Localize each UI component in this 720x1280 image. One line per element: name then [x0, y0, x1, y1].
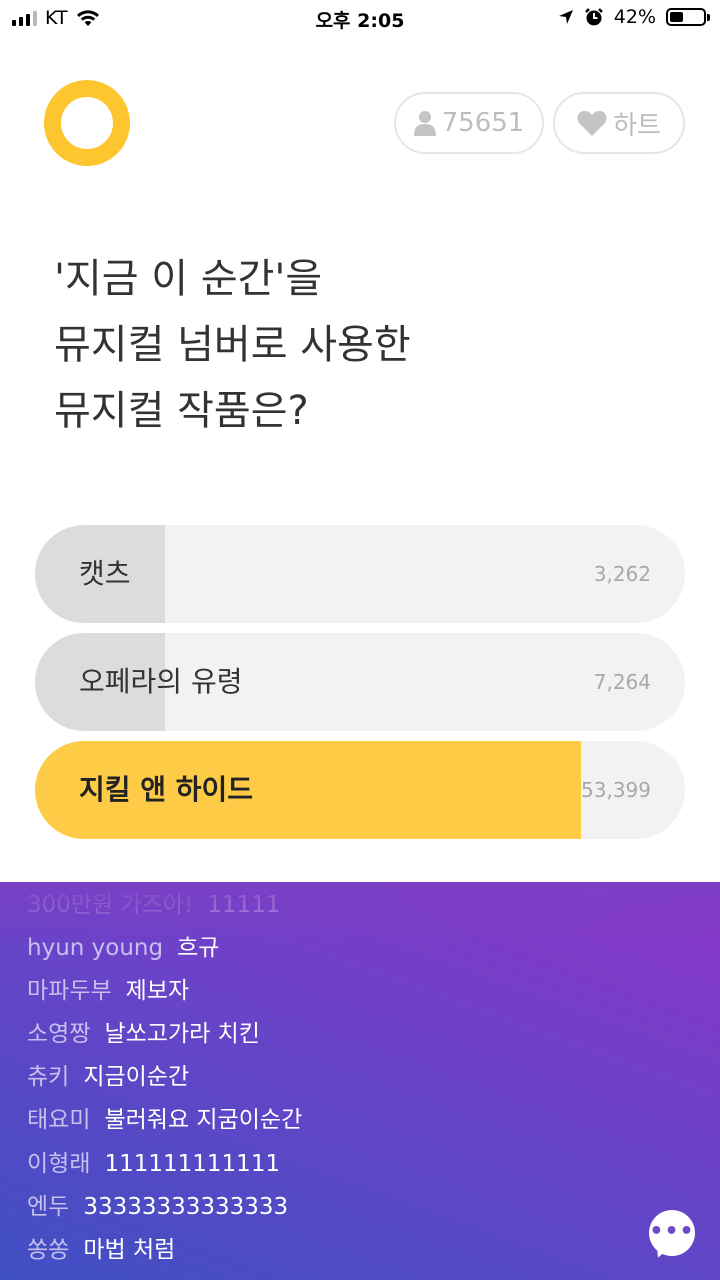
battery-icon — [666, 8, 710, 26]
chat-username: 300만원 가즈아! — [27, 892, 194, 918]
question-line: 뮤지컬 작품은? — [54, 388, 309, 434]
chat-text: 제보자 — [125, 978, 190, 1004]
chat-message: 엔두 33333333333333 — [27, 1187, 288, 1227]
chat-username: 소영짱 — [27, 1021, 91, 1047]
question-line: '지금 이 순간'을 — [54, 256, 323, 302]
live-chat-panel[interactable]: 300만원 가즈아! 11111 hyun young 흐규 마파두부 제보자 소영짱… — [0, 882, 720, 1280]
chat-text: 33333333333333 — [83, 1194, 289, 1220]
chat-message: 쏭쏭 마법 처럼 — [27, 1230, 175, 1270]
ellipsis-icon: ••• — [649, 1219, 695, 1244]
answer-option-3[interactable]: 지킬 앤 하이드 53,399 — [35, 741, 685, 839]
participants-count: 75651 — [441, 108, 525, 138]
chat-message: 이형래 111111111111 — [27, 1144, 280, 1184]
heart-label: 하트 — [613, 110, 661, 141]
option-vote-count: 3,262 — [593, 562, 651, 586]
chat-message: 츄키 지금이순간 — [27, 1057, 189, 1097]
option-label: 캣츠 — [79, 557, 131, 590]
chat-username: 이형래 — [27, 1151, 91, 1177]
answer-option-1[interactable]: 캣츠 3,262 — [35, 525, 685, 623]
option-vote-count: 7,264 — [593, 670, 651, 694]
app-logo — [44, 80, 130, 166]
chat-username: hyun young — [27, 935, 164, 961]
chat-text: 111111111111 — [104, 1151, 281, 1177]
question-line: 뮤지컬 넘버로 사용한 — [54, 322, 411, 368]
chat-text: 마법 처럼 — [83, 1237, 176, 1263]
chat-message: 마파두부 제보자 — [27, 971, 189, 1011]
chat-username: 쏭쏭 — [27, 1237, 70, 1263]
chat-text: 지금이순간 — [83, 1064, 190, 1090]
heart-icon — [577, 110, 607, 136]
quiz-screen: KT 오후 2:05 42% 75651 하트 '지금 이 순간'을 뮤지컬 넘… — [0, 0, 720, 1280]
chat-message: hyun young 흐규 — [27, 928, 219, 968]
option-label: 오페라의 유령 — [79, 665, 243, 698]
option-vote-count: 53,399 — [581, 778, 651, 802]
answer-option-2[interactable]: 오페라의 유령 7,264 — [35, 633, 685, 731]
chat-message: 300만원 가즈아! 11111 — [27, 885, 280, 925]
open-chat-button[interactable]: ••• — [649, 1210, 697, 1261]
chat-message: 소영짱 날쏘고가라 치킨 — [27, 1014, 260, 1054]
status-right: 42% — [558, 6, 710, 28]
chat-text: 흐규 — [177, 935, 220, 961]
chat-username: 츄키 — [27, 1064, 70, 1090]
status-bar: KT 오후 2:05 42% — [0, 0, 720, 40]
chat-username: 태요미 — [27, 1107, 91, 1133]
alarm-clock-icon — [584, 8, 603, 26]
chat-username: 마파두부 — [27, 978, 112, 1004]
participants-counter[interactable]: 75651 — [394, 92, 544, 154]
person-icon — [413, 111, 436, 136]
chat-text: 날쏘고가라 치킨 — [104, 1021, 260, 1047]
chat-username: 엔두 — [27, 1194, 70, 1220]
option-label: 지킬 앤 하이드 — [79, 773, 254, 806]
question-text: '지금 이 순간'을 뮤지컬 넘버로 사용한 뮤지컬 작품은? — [54, 246, 674, 444]
chat-text: 불러줘요 지굼이순간 — [104, 1107, 303, 1133]
heart-button[interactable]: 하트 — [553, 92, 685, 154]
location-arrow-icon — [558, 10, 573, 24]
battery-percent: 42% — [613, 6, 656, 28]
chat-message: 태요미 불러줘요 지굼이순간 — [27, 1100, 302, 1140]
chat-text: 11111 — [207, 892, 281, 918]
